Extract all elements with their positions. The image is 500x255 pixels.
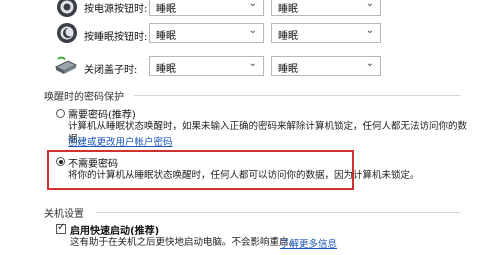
sleep-button-row: 按睡眠按钮时: 睡眠 ⌄ 睡眠 ⌄ [0, 22, 500, 48]
sleep-button-battery-select[interactable]: 睡眠 ⌄ [271, 23, 381, 43]
section-divider [134, 95, 460, 96]
section-divider [96, 212, 460, 213]
power-button-battery-select[interactable]: 睡眠 ⌄ [271, 0, 381, 16]
chevron-down-icon: ⌄ [365, 25, 374, 36]
laptop-lid-icon [54, 55, 78, 77]
lid-close-plugged-select[interactable]: 睡眠 ⌄ [149, 56, 264, 76]
sleep-button-plugged-select[interactable]: 睡眠 ⌄ [149, 23, 264, 43]
lid-close-row: 关闭盖子时: 睡眠 ⌄ 睡眠 ⌄ [0, 55, 500, 81]
no-password-radio[interactable] [56, 157, 65, 166]
power-icon [56, 0, 78, 18]
sleep-button-label: 按睡眠按钮时: [84, 32, 148, 43]
sleep-button-icon [56, 22, 78, 44]
lid-close-label: 关闭盖子时: [84, 65, 138, 76]
power-button-plugged-select[interactable]: 睡眠 ⌄ [149, 0, 264, 16]
require-password-radio[interactable] [56, 109, 65, 118]
shutdown-section-title: 关机设置 [44, 209, 84, 220]
change-password-link[interactable]: 创建或更改用户帐户密码 [68, 134, 173, 148]
no-password-description: 将你的计算机从睡眠状态唤醒时，任何人都可以访问你的数据，因为计算机未锁定。 [68, 170, 420, 181]
no-password-label: 不需要密码 [68, 159, 118, 170]
chevron-down-icon: ⌄ [248, 25, 257, 36]
chevron-down-icon: ⌄ [248, 0, 257, 9]
lid-close-battery-select[interactable]: 睡眠 ⌄ [271, 56, 381, 76]
fast-startup-label: 启用快速启动(推荐) [70, 226, 160, 237]
power-button-row: 按电源按钮时: 睡眠 ⌄ 睡眠 ⌄ [0, 0, 500, 20]
require-password-label: 需要密码(推荐) [68, 110, 136, 121]
fast-startup-checkbox[interactable] [56, 222, 66, 234]
chevron-down-icon: ⌄ [248, 58, 257, 69]
chevron-down-icon: ⌄ [365, 0, 374, 9]
chevron-down-icon: ⌄ [365, 58, 374, 69]
fast-startup-description: 这有助于在关机之后更快地启动电脑。不会影响重启。 [70, 237, 299, 248]
wake-password-section-title: 唤醒时的密码保护 [44, 92, 124, 103]
learn-more-link[interactable]: 了解更多信息 [280, 236, 337, 250]
power-button-label: 按电源按钮时: [84, 4, 148, 15]
